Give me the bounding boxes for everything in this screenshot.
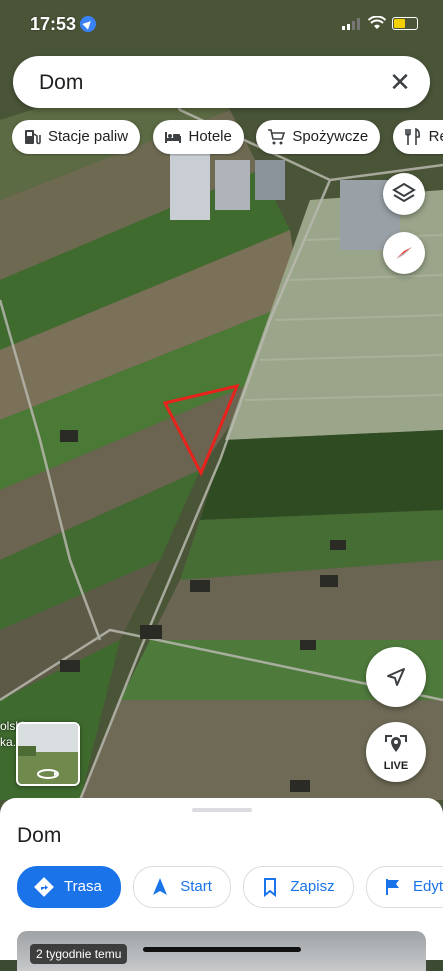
directions-icon: [34, 877, 54, 897]
status-time: 17:53: [30, 14, 77, 34]
location-arrow-icon: [80, 16, 96, 32]
action-label: Trasa: [64, 878, 102, 895]
chip-label: Stacje paliw: [48, 128, 129, 145]
save-button[interactable]: Zapisz: [243, 866, 354, 908]
action-label: Zapisz: [290, 878, 335, 895]
chip-gas-stations[interactable]: Stacje paliw: [12, 120, 141, 154]
chip-label: Re: [428, 128, 443, 145]
street-view-preview: [18, 724, 78, 784]
wifi-icon: [368, 16, 386, 29]
close-icon[interactable]: ✕: [382, 64, 418, 100]
action-label: Start: [180, 878, 212, 895]
chip-groceries[interactable]: Spożywcze: [256, 120, 381, 154]
layers-icon: [392, 182, 416, 203]
drag-handle[interactable]: [192, 808, 252, 812]
directions-button[interactable]: Trasa: [17, 866, 121, 908]
photo-age-badge: 2 tygodnie temu: [30, 944, 128, 964]
place-title: Dom: [17, 824, 62, 847]
start-button[interactable]: Start: [133, 866, 231, 908]
live-view-button[interactable]: LIVE: [366, 722, 426, 782]
home-indicator[interactable]: [143, 947, 301, 952]
category-chips: Stacje paliw Hotele Spożywcze Re: [12, 120, 443, 156]
street-view-thumbnail[interactable]: [16, 722, 80, 786]
live-view-icon: [385, 735, 407, 752]
shopping-cart-icon: [268, 129, 286, 145]
action-buttons: Trasa Start Zapisz Edytu: [17, 866, 443, 910]
chip-hotels[interactable]: Hotele: [152, 120, 244, 154]
search-bar[interactable]: Dom ✕: [13, 56, 430, 108]
chip-label: Hotele: [188, 128, 232, 145]
live-label: LIVE: [383, 760, 409, 772]
layers-button[interactable]: [383, 173, 425, 215]
action-label: Edytu: [413, 878, 443, 895]
gas-station-icon: [25, 130, 41, 145]
compass-icon: [396, 247, 412, 259]
edit-button[interactable]: Edytu: [366, 866, 443, 908]
navigation-arrow-icon: [387, 668, 405, 686]
bed-icon: [164, 132, 181, 143]
my-location-button[interactable]: [366, 647, 426, 707]
place-bottom-sheet[interactable]: Dom Trasa Start Zapisz Edytu: [0, 798, 443, 971]
navigation-arrow-icon: [153, 878, 168, 895]
chip-label: Spożywcze: [292, 128, 369, 145]
battery-icon: [392, 17, 418, 30]
restaurant-icon: [404, 128, 420, 145]
compass-button[interactable]: [383, 232, 425, 274]
flag-icon: [386, 879, 400, 895]
bookmark-icon: [264, 878, 277, 897]
chip-restaurants[interactable]: Re: [392, 120, 443, 154]
search-query[interactable]: Dom: [39, 71, 83, 95]
status-bar: 17:53: [0, 0, 443, 44]
signal-icon: [342, 18, 360, 30]
